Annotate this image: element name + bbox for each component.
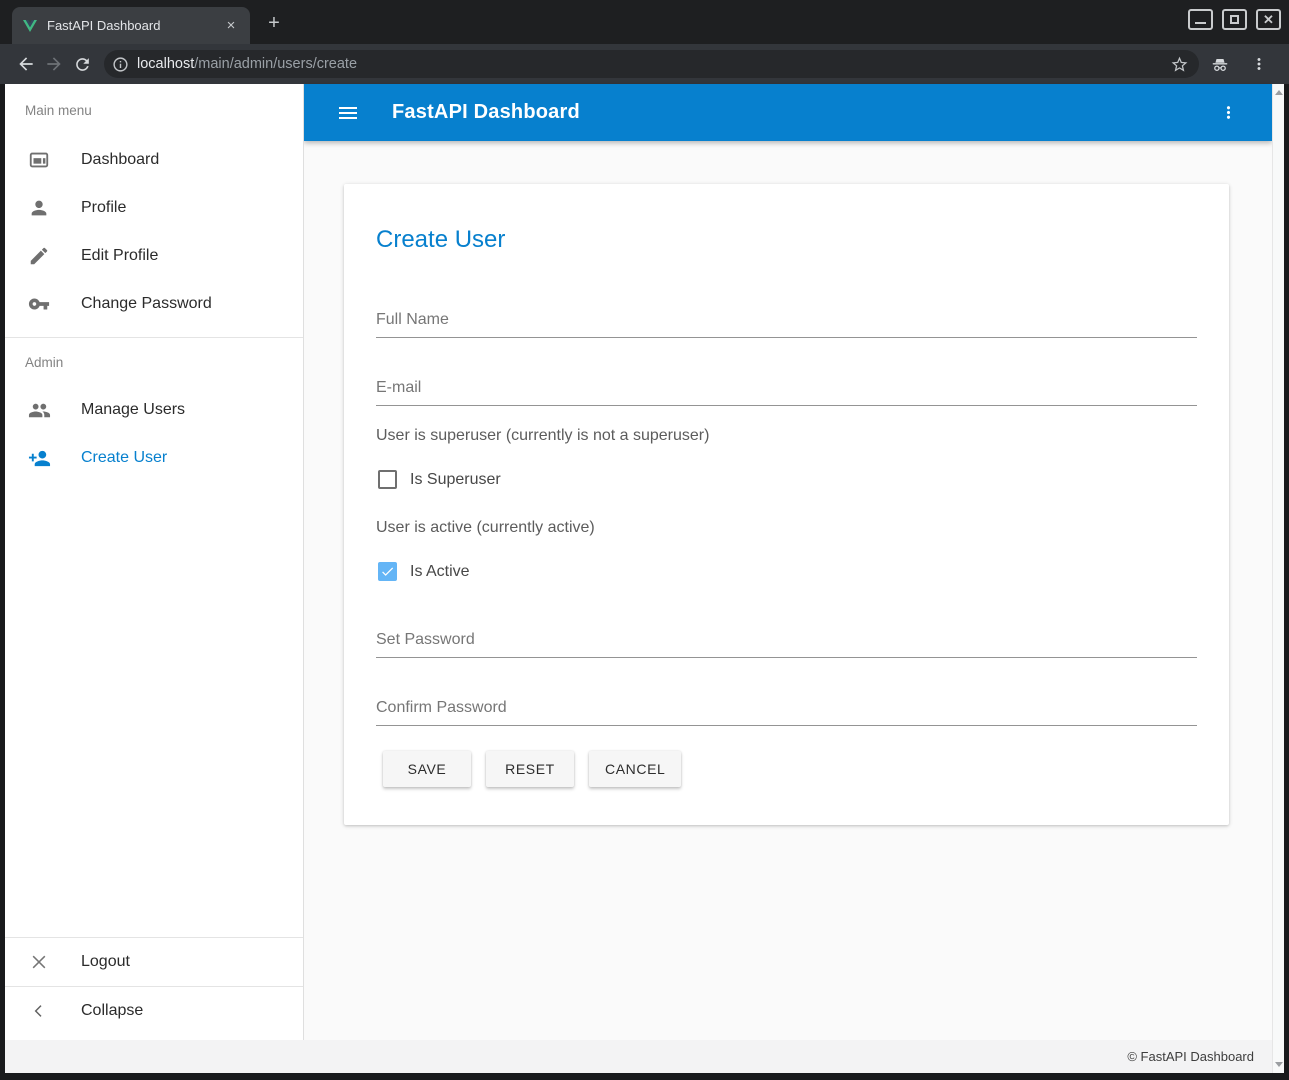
url-text: localhost/main/admin/users/create — [137, 56, 1170, 72]
set-password-field[interactable] — [376, 628, 1197, 658]
browser-window: FastAPI Dashboard × + ✕ localhost/main/a — [0, 0, 1289, 1080]
admin-subheader: Admin — [5, 338, 303, 386]
close-x-icon — [27, 950, 51, 974]
sidebar-item-label: Create User — [81, 449, 167, 467]
checkmark-icon — [380, 564, 395, 579]
site-info-icon[interactable] — [112, 56, 129, 73]
url-host: localhost — [137, 56, 194, 72]
toolbar-right — [1209, 50, 1273, 78]
browser-menu-button[interactable] — [1245, 50, 1273, 78]
cancel-button[interactable]: CANCEL — [589, 751, 681, 787]
sidebar-item-label: Manage Users — [81, 401, 185, 419]
sidebar: Main menu Dashboard Profile Edit Profile — [5, 84, 304, 1040]
scroll-up-arrow-icon[interactable] — [1275, 90, 1283, 95]
form-buttons: SAVE RESET CANCEL — [383, 751, 696, 787]
sidebar-item-create-user[interactable]: Create User — [5, 434, 303, 482]
sidebar-item-label: Dashboard — [81, 151, 159, 169]
app-bar-menu-button[interactable] — [1210, 95, 1246, 131]
sidebar-item-dashboard[interactable]: Dashboard — [5, 136, 303, 184]
sidebar-item-label: Edit Profile — [81, 247, 158, 265]
sidebar-item-logout[interactable]: Logout — [5, 938, 303, 986]
full-name-field[interactable] — [376, 308, 1197, 338]
vue-logo-icon — [22, 18, 38, 34]
maximize-button[interactable] — [1222, 9, 1247, 30]
new-tab-button[interactable]: + — [262, 11, 286, 35]
scroll-down-arrow-icon[interactable] — [1275, 1062, 1283, 1067]
create-user-card: Create User User is superuser (currently… — [344, 184, 1229, 825]
app-bar: FastAPI Dashboard — [304, 84, 1272, 141]
minimize-button[interactable] — [1188, 9, 1213, 30]
sidebar-item-profile[interactable]: Profile — [5, 184, 303, 232]
sidebar-item-label: Change Password — [81, 295, 212, 313]
tab-title: FastAPI Dashboard — [47, 18, 222, 33]
app-bar-title: FastAPI Dashboard — [392, 101, 1210, 124]
chevron-left-icon — [27, 999, 51, 1023]
reset-button[interactable]: RESET — [486, 751, 574, 787]
sidebar-item-edit-profile[interactable]: Edit Profile — [5, 232, 303, 280]
tab-close-icon[interactable]: × — [222, 17, 240, 35]
back-arrow-icon — [16, 54, 36, 74]
forward-button[interactable] — [40, 50, 68, 78]
checkbox-label: Is Active — [410, 563, 470, 581]
forward-arrow-icon — [44, 54, 64, 74]
person-icon — [27, 196, 51, 220]
sidebar-item-label: Collapse — [81, 1002, 143, 1020]
save-button[interactable]: SAVE — [383, 751, 471, 787]
sidebar-item-label: Logout — [81, 953, 130, 971]
people-icon — [27, 398, 51, 422]
sidebar-item-collapse[interactable]: Collapse — [5, 987, 303, 1035]
tab-strip: FastAPI Dashboard × + ✕ — [0, 0, 1289, 44]
bookmark-star-icon[interactable] — [1170, 55, 1189, 74]
kebab-menu-icon — [1250, 55, 1268, 73]
main-menu-subheader: Main menu — [5, 84, 303, 136]
confirm-password-field[interactable] — [376, 696, 1197, 726]
hamburger-menu-button[interactable] — [330, 95, 366, 131]
key-icon — [27, 292, 51, 316]
checkbox-box[interactable] — [378, 470, 397, 489]
checkbox-label: Is Superuser — [410, 471, 501, 489]
active-helper-text: User is active (currently active) — [376, 519, 595, 537]
browser-toolbar: localhost/main/admin/users/create — [0, 44, 1289, 84]
page-footer: © FastAPI Dashboard — [5, 1040, 1272, 1073]
browser-tab[interactable]: FastAPI Dashboard × — [12, 7, 250, 44]
close-window-button[interactable]: ✕ — [1256, 9, 1281, 30]
incognito-icon — [1209, 53, 1231, 75]
superuser-helper-text: User is superuser (currently is not a su… — [376, 427, 709, 445]
kebab-menu-icon — [1219, 103, 1238, 122]
pencil-icon — [27, 244, 51, 268]
is-active-checkbox[interactable]: Is Active — [378, 562, 470, 581]
email-field[interactable] — [376, 376, 1197, 406]
sidebar-item-label: Profile — [81, 199, 126, 217]
hamburger-icon — [336, 101, 360, 125]
is-superuser-checkbox[interactable]: Is Superuser — [378, 470, 501, 489]
dashboard-icon — [27, 148, 51, 172]
sidebar-item-change-password[interactable]: Change Password — [5, 280, 303, 328]
sidebar-bottom: Logout Collapse — [5, 937, 303, 1040]
page-title: Create User — [376, 226, 505, 254]
reload-icon — [73, 55, 92, 74]
checkbox-box[interactable] — [378, 562, 397, 581]
window-controls: ✕ — [1188, 9, 1281, 30]
back-button[interactable] — [12, 50, 40, 78]
sidebar-item-manage-users[interactable]: Manage Users — [5, 386, 303, 434]
person-add-icon — [27, 446, 51, 470]
address-bar[interactable]: localhost/main/admin/users/create — [104, 50, 1199, 78]
reload-button[interactable] — [68, 50, 96, 78]
url-path: /main/admin/users/create — [194, 56, 357, 72]
vertical-scrollbar[interactable] — [1272, 84, 1284, 1073]
footer-copyright: © FastAPI Dashboard — [1127, 1049, 1254, 1064]
main-content: Create User User is superuser (currently… — [304, 141, 1272, 1040]
